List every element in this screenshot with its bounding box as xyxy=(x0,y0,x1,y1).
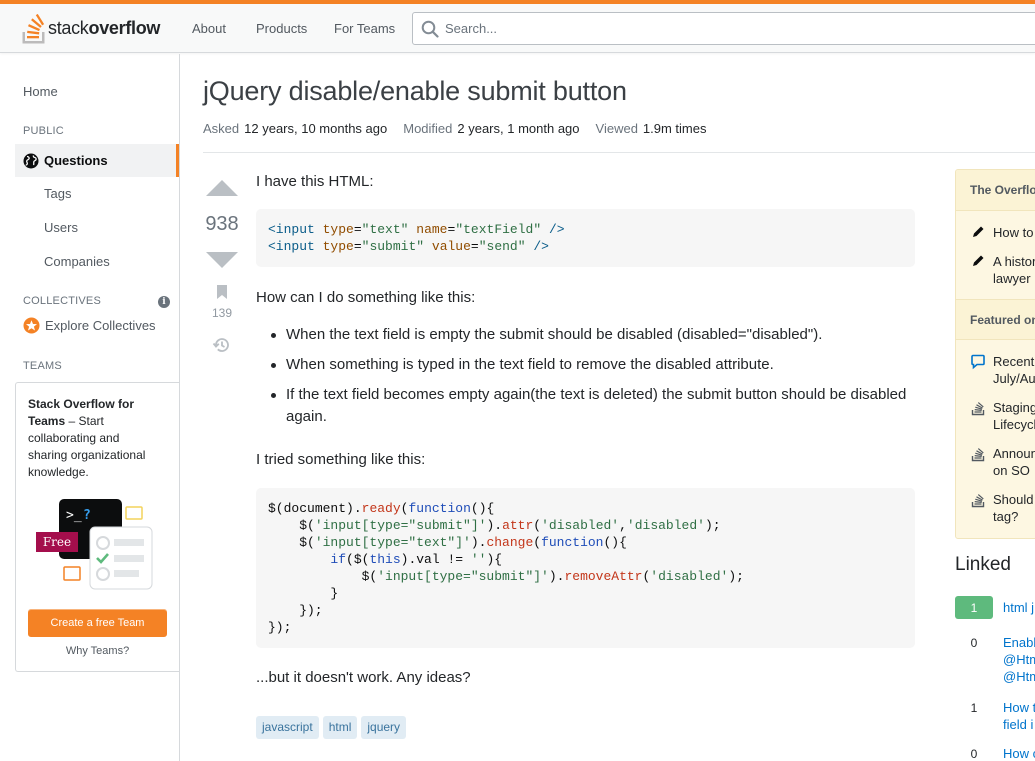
question-title[interactable]: jQuery disable/enable submit button xyxy=(203,76,627,107)
linked-score: 0 xyxy=(970,746,978,761)
linked-item[interactable]: 0 Enable@Htm@Htm xyxy=(955,631,1035,685)
info-icon[interactable]: i xyxy=(158,296,170,308)
tag-jquery[interactable]: jquery xyxy=(361,716,407,739)
tag-list: javascript html jquery xyxy=(256,716,410,739)
stack-logo-icon xyxy=(22,13,45,43)
linked-score: 1 xyxy=(955,596,993,619)
featured-item[interactable]: Staging Lifecycl xyxy=(971,399,1035,433)
sidebar-item-users[interactable]: Users xyxy=(44,220,78,235)
list-item: When something is typed in the text fiel… xyxy=(256,354,916,376)
site-logo[interactable]: stackoverflow xyxy=(14,4,180,53)
viewed-value: 1.9m times xyxy=(642,121,707,136)
nav-products[interactable]: Products xyxy=(244,4,319,53)
blog-heading: The Overflow Blog xyxy=(956,170,1035,211)
requirements-list: When the text field is empty the submit … xyxy=(256,324,916,436)
divider xyxy=(203,152,1035,153)
nav-for-teams[interactable]: For Teams xyxy=(322,4,407,53)
list-item: When the text field is empty the submit … xyxy=(256,324,916,346)
linked-heading: Linked xyxy=(955,554,1011,575)
featured-item[interactable]: Recent July/Au xyxy=(971,353,1035,387)
asked-label: Asked xyxy=(203,121,240,136)
teams-promo: Stack Overflow for Teams – Start collabo… xyxy=(15,382,180,672)
history-icon[interactable] xyxy=(212,335,232,355)
top-bar: stackoverflow About Products For Teams xyxy=(0,4,1035,53)
logo-text: stackoverflow xyxy=(48,18,161,38)
featured-item[interactable]: Announ on SO xyxy=(971,445,1035,479)
teams-illustration: >_ ? Free xyxy=(36,499,156,594)
post-paragraph: How can I do something like this: xyxy=(256,289,476,306)
asked-value: 12 years, 10 months ago xyxy=(244,121,388,136)
tag-html[interactable]: html xyxy=(322,716,358,739)
linked-item[interactable]: 0 How c xyxy=(955,742,1035,761)
svg-text:>_: >_ xyxy=(66,508,82,523)
collectives-star-icon xyxy=(23,317,40,334)
linked-item[interactable]: 1 html j xyxy=(955,596,1034,619)
linked-link[interactable]: Enable@Htm@Htm xyxy=(1003,634,1035,685)
code-block-html: <input type="text" name="textField" /> <… xyxy=(256,209,915,267)
sidebar-item-label: Questions xyxy=(44,153,108,168)
sidebar-heading-collectives: COLLECTIVES xyxy=(23,295,102,307)
sidebar-heading-public: PUBLIC xyxy=(23,125,64,137)
linked-score: 1 xyxy=(970,700,978,715)
sidebar-item-home[interactable]: Home xyxy=(23,84,58,99)
overflow-blog-widget: The Overflow Blog How to A historylawyer… xyxy=(955,169,1035,539)
downvote-icon[interactable] xyxy=(206,252,238,268)
chat-bubble-icon xyxy=(971,354,985,370)
search-input[interactable] xyxy=(445,21,1005,36)
featured-heading: Featured on Meta xyxy=(956,299,1035,340)
bookmark-count: 139 xyxy=(211,306,233,320)
sidebar-heading-teams: TEAMS xyxy=(23,360,62,372)
globe-icon xyxy=(23,153,39,168)
pencil-icon xyxy=(973,226,984,237)
upvote-icon[interactable] xyxy=(206,180,238,196)
stack-small-icon xyxy=(971,448,985,462)
sidebar-item-explore-collectives[interactable]: Explore Collectives xyxy=(23,317,156,334)
bookmark-icon[interactable] xyxy=(216,284,228,300)
create-free-team-button[interactable]: Create a free Team xyxy=(28,609,167,637)
code-block-js: $(document).ready(function(){ $('input[t… xyxy=(256,488,915,648)
featured-item[interactable]: Should tag? xyxy=(971,491,1033,525)
tag-javascript[interactable]: javascript xyxy=(256,716,319,739)
free-badge: Free xyxy=(36,532,78,552)
search-box[interactable] xyxy=(412,12,1035,45)
linked-link[interactable]: How c xyxy=(1003,745,1035,761)
modified-value[interactable]: 2 years, 1 month ago xyxy=(457,121,579,136)
blog-item[interactable]: How to xyxy=(971,224,1033,241)
blog-item[interactable]: A historylawyer xyxy=(971,253,1035,287)
why-teams-link[interactable]: Why Teams? xyxy=(16,645,179,657)
linked-item[interactable]: 1 How t field i xyxy=(955,696,1035,733)
sidebar-item-tags[interactable]: Tags xyxy=(44,186,71,201)
stack-small-icon xyxy=(971,402,985,416)
linked-score: 0 xyxy=(970,635,978,650)
pencil-icon xyxy=(973,255,984,266)
sidebar-item-companies[interactable]: Companies xyxy=(44,254,110,269)
svg-text:?: ? xyxy=(83,508,91,523)
vote-count: 938 xyxy=(205,213,239,235)
stack-small-icon xyxy=(971,494,985,508)
post-paragraph: I tried something like this: xyxy=(256,451,426,468)
search-icon xyxy=(421,20,439,38)
teams-promo-text: Stack Overflow for Teams – Start collabo… xyxy=(28,397,146,479)
modified-label: Modified xyxy=(403,121,453,136)
linked-link[interactable]: html j xyxy=(1003,599,1034,619)
nav-about[interactable]: About xyxy=(180,4,238,53)
question-meta: Asked 12 years, 10 months ago Modified 2… xyxy=(203,121,723,136)
viewed-label: Viewed xyxy=(595,121,638,136)
left-sidebar: Home PUBLIC Questions Tags Users Compani… xyxy=(0,54,180,761)
list-item: If the text field becomes empty again(th… xyxy=(256,384,916,428)
post-paragraph: ...but it doesn't work. Any ideas? xyxy=(256,669,471,686)
linked-link[interactable]: How t field i xyxy=(1003,699,1035,733)
sidebar-item-questions[interactable]: Questions xyxy=(15,144,179,177)
post-paragraph: I have this HTML: xyxy=(256,173,374,190)
